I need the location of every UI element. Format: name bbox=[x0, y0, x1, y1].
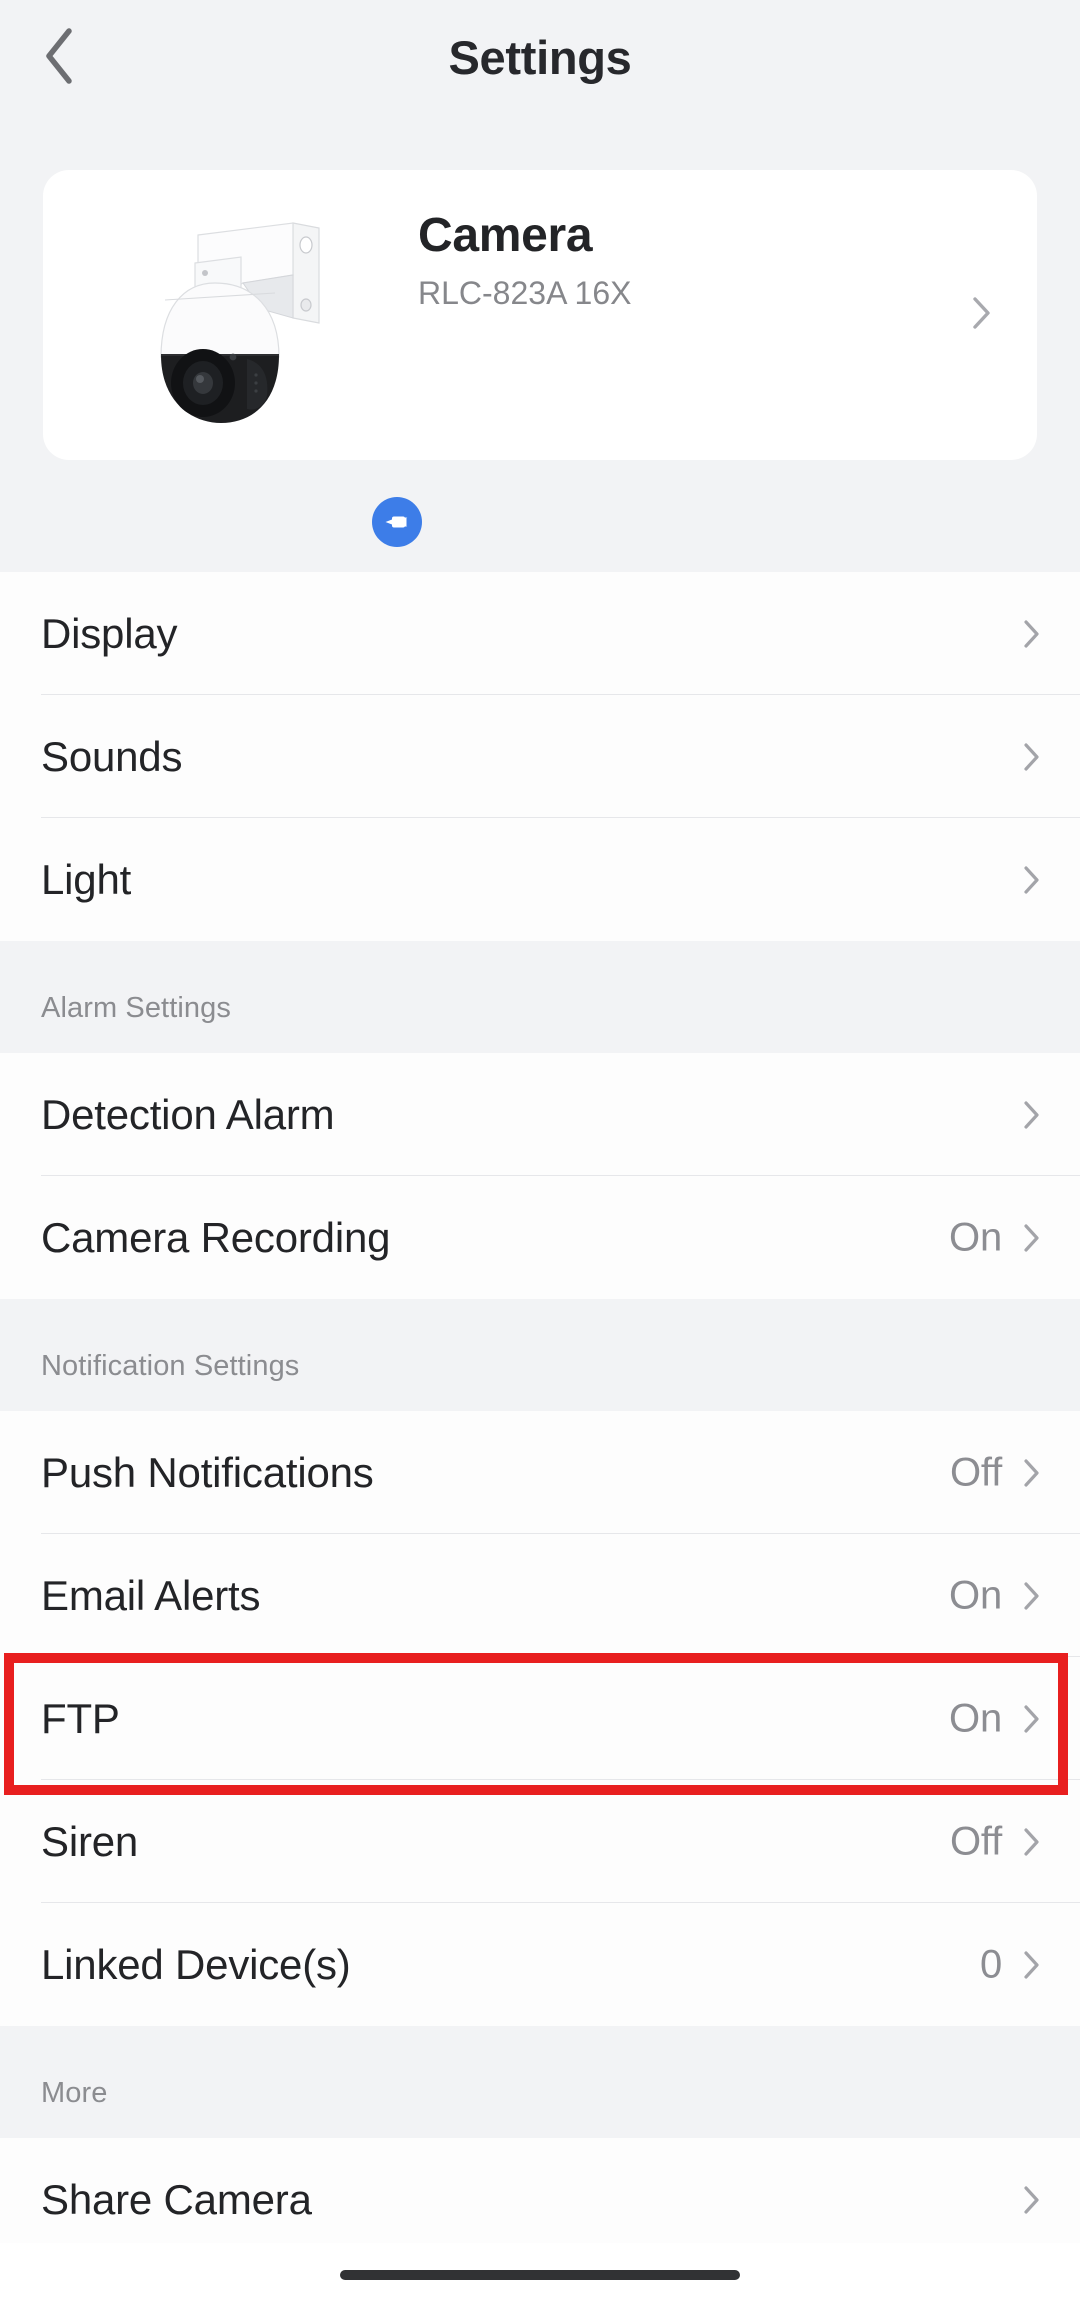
chevron-right-icon bbox=[1017, 1458, 1047, 1488]
chevron-right-icon bbox=[1017, 1950, 1047, 1980]
section-header-label: Alarm Settings bbox=[41, 992, 231, 1024]
row-value: 0 bbox=[979, 1942, 1002, 1986]
settings-screen: Settings Camera RLC-823A 16X Display Sou… bbox=[0, 0, 1080, 2298]
chevron-right-icon bbox=[1017, 742, 1047, 772]
row-label: Linked Device(s) bbox=[41, 1940, 351, 1988]
top-navigation-bar: Settings bbox=[0, 0, 1080, 115]
row-label: Push Notifications bbox=[41, 1448, 374, 1496]
chevron-right-icon bbox=[1017, 1100, 1047, 1130]
chevron-right-icon bbox=[1017, 865, 1047, 895]
home-indicator-area bbox=[0, 2243, 1080, 2298]
row-label: Detection Alarm bbox=[41, 1090, 335, 1138]
row-label: Siren bbox=[41, 1817, 139, 1865]
device-name: Camera bbox=[418, 209, 593, 262]
list-item-siren[interactable]: Siren Off bbox=[0, 1780, 1080, 1903]
list-item-sounds[interactable]: Sounds bbox=[0, 695, 1080, 818]
section-header-label: More bbox=[41, 2077, 108, 2109]
list-item-light[interactable]: Light bbox=[0, 818, 1080, 941]
row-label: FTP bbox=[41, 1694, 120, 1742]
section-header-alarm-settings: Alarm Settings bbox=[0, 941, 1080, 1053]
device-card-zone: Camera RLC-823A 16X bbox=[0, 115, 1080, 572]
chevron-right-icon bbox=[1017, 1704, 1047, 1734]
row-label: Sounds bbox=[41, 732, 183, 780]
chevron-right-icon bbox=[1017, 1827, 1047, 1857]
device-summary-card[interactable]: Camera RLC-823A 16X bbox=[43, 170, 1037, 460]
ptz-dome-camera-image bbox=[143, 205, 358, 425]
list-item-linked-devices[interactable]: Linked Device(s) 0 bbox=[0, 1903, 1080, 2026]
list-item-camera-recording[interactable]: Camera Recording On bbox=[0, 1176, 1080, 1299]
chevron-right-icon bbox=[971, 296, 993, 335]
row-value: Off bbox=[949, 1450, 1002, 1494]
row-label: Camera Recording bbox=[41, 1213, 391, 1261]
row-label: Display bbox=[41, 609, 178, 657]
section-header-more: More bbox=[0, 2026, 1080, 2138]
home-indicator-bar[interactable] bbox=[340, 2270, 740, 2280]
list-item-ftp[interactable]: FTP On bbox=[0, 1657, 1080, 1780]
page-title: Settings bbox=[448, 31, 632, 84]
list-item-display[interactable]: Display bbox=[0, 572, 1080, 695]
row-value: On bbox=[949, 1573, 1002, 1617]
chevron-right-icon bbox=[1017, 1223, 1047, 1253]
row-label: Email Alerts bbox=[41, 1571, 261, 1619]
chevron-right-icon bbox=[1017, 2185, 1047, 2215]
row-label: Share Camera bbox=[41, 2175, 312, 2223]
power-status-badge[interactable] bbox=[372, 497, 422, 547]
section-header-label: Notification Settings bbox=[41, 1350, 300, 1382]
row-value: On bbox=[949, 1215, 1002, 1259]
device-text-block: Camera RLC-823A 16X bbox=[418, 209, 938, 311]
device-model: RLC-823A 16X bbox=[418, 275, 632, 311]
list-item-push-notifications[interactable]: Push Notifications Off bbox=[0, 1411, 1080, 1534]
section-header-notification-settings: Notification Settings bbox=[0, 1299, 1080, 1411]
list-item-email-alerts[interactable]: Email Alerts On bbox=[0, 1534, 1080, 1657]
list-item-detection-alarm[interactable]: Detection Alarm bbox=[0, 1053, 1080, 1176]
row-value: On bbox=[949, 1696, 1002, 1740]
row-value: Off bbox=[949, 1819, 1002, 1863]
power-plug-icon bbox=[382, 512, 412, 532]
row-label: Light bbox=[41, 855, 132, 903]
chevron-right-icon bbox=[1017, 1581, 1047, 1611]
device-card-chevron bbox=[965, 296, 999, 335]
chevron-right-icon bbox=[1017, 619, 1047, 649]
